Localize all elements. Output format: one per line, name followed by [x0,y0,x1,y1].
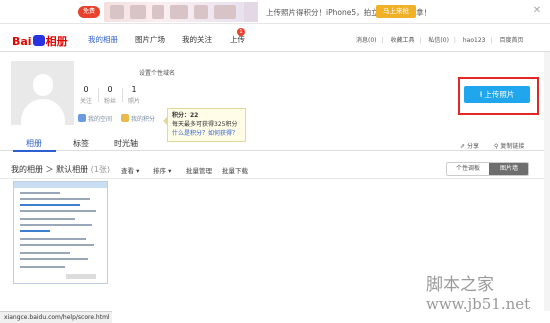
view-menu[interactable]: 查看 ▾ [121,165,139,175]
space-icon [78,114,86,122]
stat-label: 粉丝 [103,98,116,105]
top-links: 消息(0) | 收藏工具 | 私信(0) | hao123 | 百度首页 [356,37,524,44]
baidu-logo[interactable]: Bai 相册 [12,33,68,49]
promo-free-badge: 免费 [78,6,100,18]
stat-number: 0 [107,85,113,94]
tab-tags[interactable]: 标签 [73,138,89,149]
messages-link[interactable]: 消息(0) [356,37,377,44]
breadcrumb: 我的相册 ＞ 默认相册 (1张) [11,164,110,175]
tab-timeline[interactable]: 时光轴 [114,138,138,149]
chevron-down-icon: ▾ [168,167,172,175]
stat-number: 0 [83,85,89,94]
batch-download-button[interactable]: 批量下载 [222,165,248,175]
breadcrumb-path[interactable]: 我的相册 ＞ 默认相册 [11,165,88,174]
share-icon: ⇗ [460,143,467,150]
stat-label: 关注 [79,98,92,105]
watermark-text: 脚本之家 [426,275,494,295]
upload-button-label: 上传照片 [484,90,515,99]
view-label: 查看 [121,167,134,175]
favorites-tool-link[interactable]: 收藏工具 [390,37,414,44]
set-domain-link[interactable]: 设置个性域名 [139,68,175,77]
points-value: 积分：22 [172,112,199,119]
nav-my-follows[interactable]: 我的关注 [182,34,212,45]
scrollbar[interactable] [544,52,550,311]
avatar[interactable] [11,61,74,125]
sort-menu[interactable]: 排序 ▾ [153,165,171,175]
photo-count: (1张) [90,165,110,174]
promo-banner[interactable]: 免费 上传照片得积分！iPhone5，拍立得，等你来拿！ 马上来抢 ✕ [0,0,550,24]
paw-icon [32,35,45,46]
sort-label: 排序 [153,167,166,175]
site-header: Bai 相册 我的相册 图片广场 我的关注 1 上传 消息(0) | 收藏工具 | 私… [0,24,550,52]
view-mode-custom[interactable]: 个性调板 [447,163,489,175]
upload-icon: ⭱ [479,90,483,99]
nav-upload[interactable]: 上传 [230,34,245,45]
my-points-link[interactable]: 我的积分 [121,114,155,123]
logo-text-right: 相册 [45,35,68,48]
hao123-link[interactable]: hao123 [463,37,486,44]
close-icon[interactable]: ✕ [531,5,543,17]
promo-product-image [104,2,244,22]
points-limit-text: 每天最多可获得325积分 [172,121,238,128]
stat-following[interactable]: 0 关注 [76,85,96,105]
upload-photo-button[interactable]: ⭱ 上传照片 [464,86,530,103]
stat-number: 1 [131,85,137,94]
photo-thumbnail[interactable] [13,181,108,284]
my-space-label: 我的空间 [88,116,113,123]
promo-decoration [244,2,258,22]
coin-icon [121,114,129,122]
watermark-url: www.jb51.net [426,295,531,313]
view-mode-wall[interactable]: 图片墙 [489,163,528,175]
my-points-label: 我的积分 [131,116,156,123]
copy-link-label: 复制链接 [500,143,525,150]
nav-my-albums[interactable]: 我的相册 [88,34,118,45]
logo-text-left: Bai [12,35,32,48]
my-space-link[interactable]: 我的空间 [78,114,112,123]
share-label: 分享 [466,143,479,150]
tab-albums[interactable]: 相册 [26,138,42,149]
stat-label: 照片 [127,98,140,105]
active-tab-indicator [13,150,56,152]
share-button[interactable]: ⇗ 分享 [460,141,479,150]
copy-link-button[interactable]: ⚲ 复制链接 [494,141,524,150]
stat-fans[interactable]: 0 粉丝 [100,85,120,105]
browser-status-bar: xiangce.baidu.com/help/score.html [0,311,112,323]
promo-grab-button[interactable]: 马上来抢 [376,5,416,18]
stat-photos[interactable]: 1 照片 [124,85,144,105]
baidu-home-link[interactable]: 百度首页 [499,37,523,44]
view-mode-toggle: 个性调板 图片墙 [446,162,529,176]
private-messages-link[interactable]: 私信(0) [428,37,449,44]
chevron-down-icon: ▾ [136,167,140,175]
nav-image-square[interactable]: 图片广场 [135,34,165,45]
batch-manage-button[interactable]: 批量管理 [186,165,212,175]
